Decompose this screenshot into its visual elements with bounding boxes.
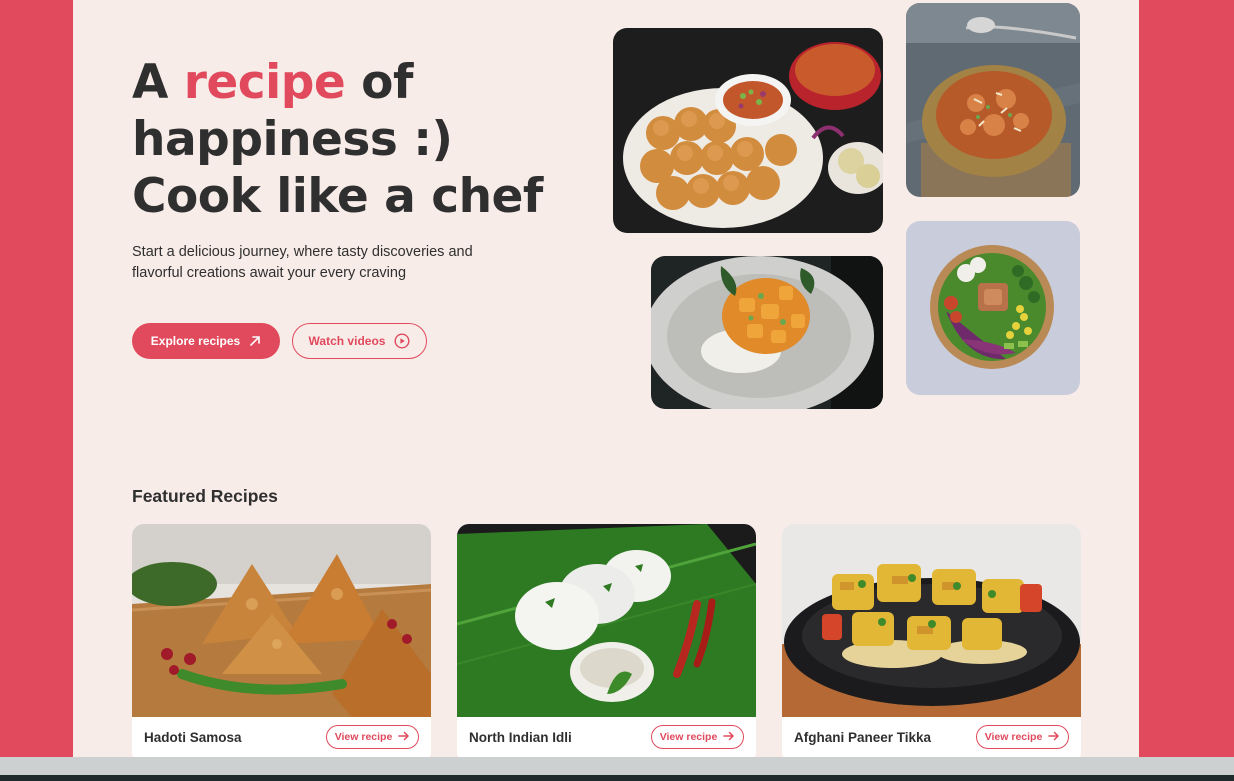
view-recipe-button[interactable]: View recipe: [976, 725, 1069, 749]
paneer-tikka-photo: [782, 524, 1081, 717]
explore-recipes-button[interactable]: Explore recipes: [132, 323, 280, 359]
watch-videos-label: Watch videos: [308, 334, 386, 348]
arrow-right-icon: [398, 731, 410, 744]
recipe-name: North Indian Idli: [469, 730, 572, 745]
view-recipe-button[interactable]: View recipe: [326, 725, 419, 749]
salad-bowl-photo: [906, 221, 1080, 395]
browser-bottom-bar: [0, 757, 1234, 781]
arrow-right-icon: [1048, 731, 1060, 744]
recipe-card[interactable]: Afghani Paneer Tikka View recipe: [782, 524, 1081, 757]
idli-photo: [457, 524, 756, 717]
hero-title-accent: recipe: [183, 55, 346, 110]
landing-page: A recipe of happiness :) Cook like a che…: [73, 0, 1139, 757]
samosa-photo: [132, 524, 431, 717]
arrow-right-icon: [723, 731, 735, 744]
gajar-halwa-photo: [906, 3, 1080, 197]
hero-title-line3: Cook like a chef: [132, 169, 543, 224]
hero-subtitle: Start a delicious journey, where tasty d…: [132, 244, 473, 281]
recipe-card[interactable]: Hadoti Samosa View recipe: [132, 524, 431, 757]
watch-videos-button[interactable]: Watch videos: [292, 323, 427, 359]
arrow-up-right-icon: [249, 335, 261, 347]
view-recipe-label: View recipe: [659, 731, 718, 743]
hero-title: A recipe of happiness :) Cook like a che…: [132, 54, 552, 225]
hero-title-line2: happiness :): [132, 112, 453, 167]
view-recipe-label: View recipe: [334, 731, 393, 743]
recipe-name: Hadoti Samosa: [144, 730, 242, 745]
recipe-name: Afghani Paneer Tikka: [794, 730, 932, 745]
hero-title-part1: A: [132, 55, 184, 110]
hero-title-part2: of: [345, 55, 413, 110]
featured-recipes-title: Featured Recipes: [132, 486, 278, 506]
view-recipe-label: View recipe: [984, 731, 1043, 743]
taskbar-strip: [0, 775, 1234, 781]
explore-recipes-label: Explore recipes: [150, 334, 241, 348]
pav-bhaji-photo: [613, 28, 883, 233]
paneer-curry-photo: [651, 256, 883, 409]
view-recipe-button[interactable]: View recipe: [651, 725, 744, 749]
play-circle-icon: [394, 333, 410, 349]
recipe-card[interactable]: North Indian Idli View recipe: [457, 524, 756, 757]
